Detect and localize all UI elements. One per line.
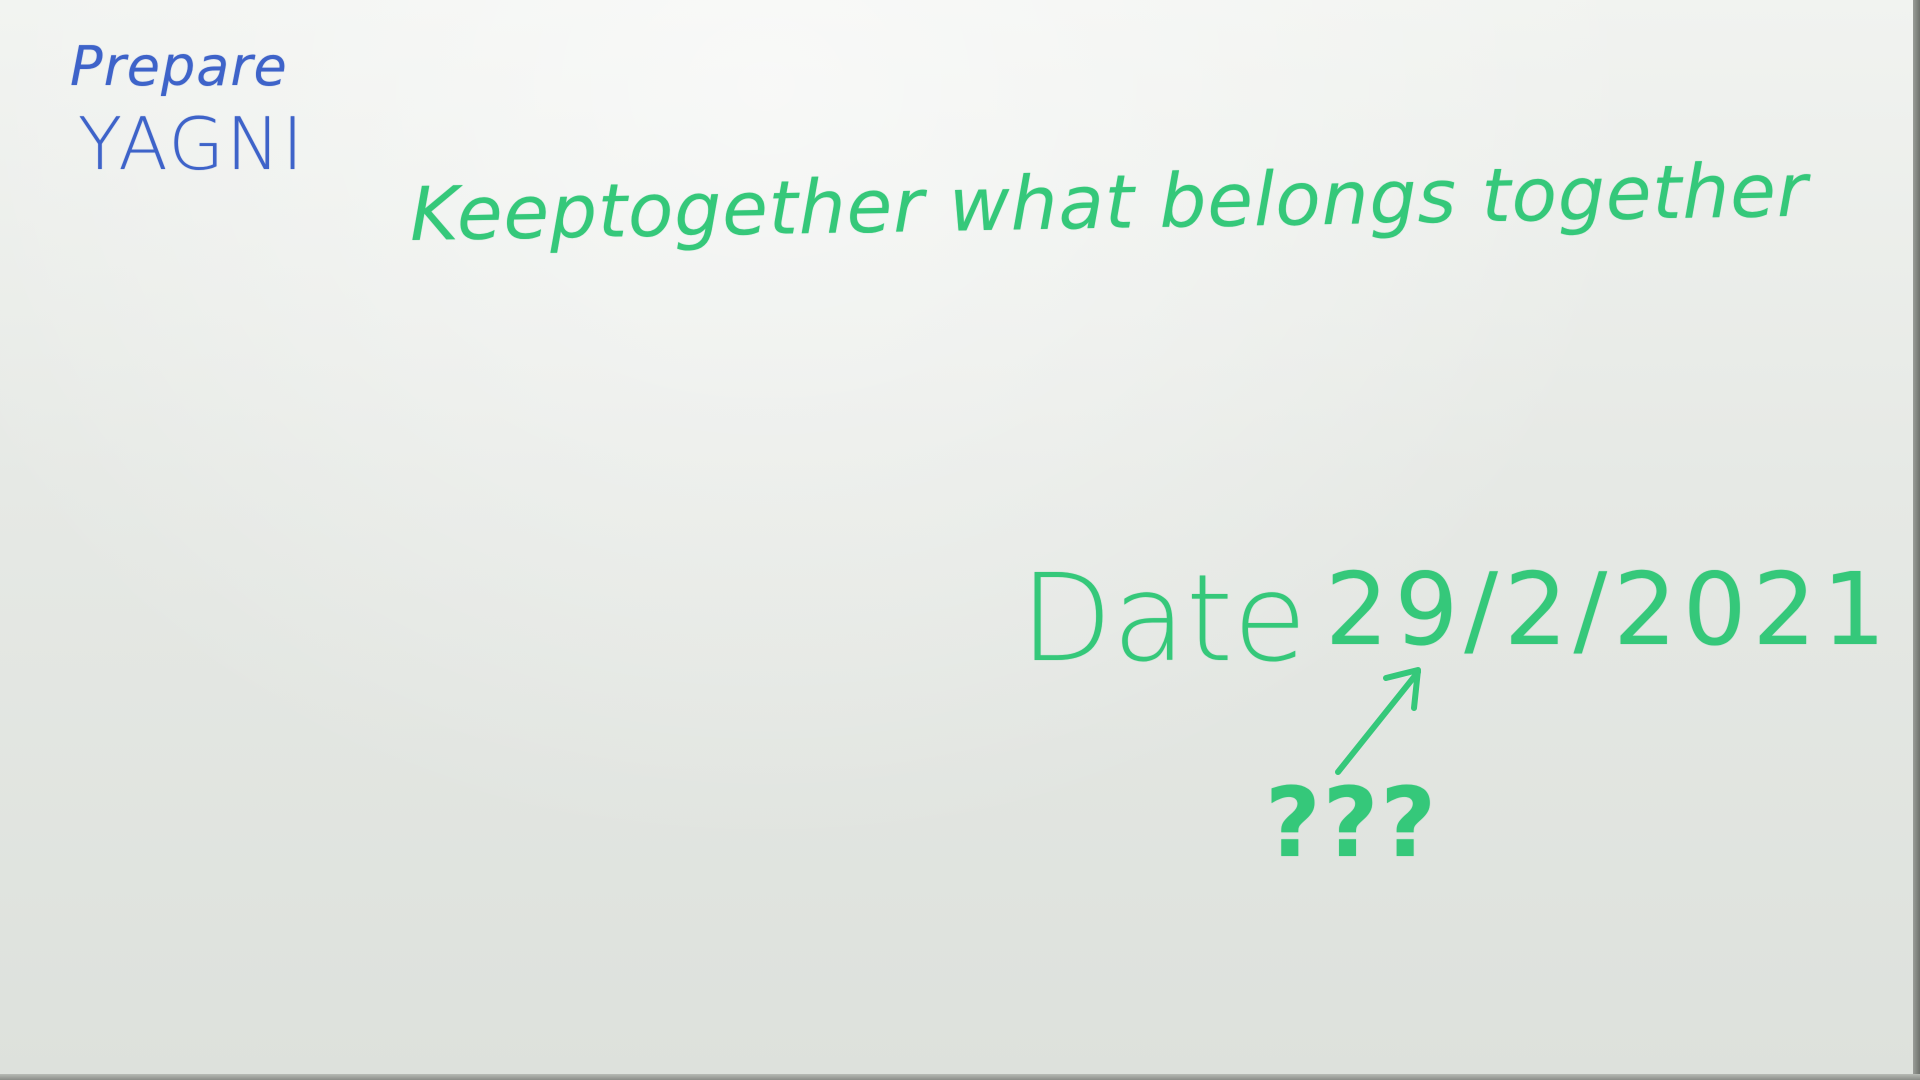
note-yagni: YAGNI bbox=[78, 102, 306, 186]
whiteboard: Prepare YAGNI Keeptogether what belongs … bbox=[0, 0, 1915, 1076]
date-label: Date bbox=[1020, 550, 1307, 689]
board-frame-right bbox=[1913, 0, 1920, 1080]
headline-text: Keeptogether what belongs together bbox=[409, 147, 1809, 258]
note-prepare: Prepare bbox=[70, 35, 288, 98]
date-value: 29/2/2021 bbox=[1325, 551, 1892, 668]
question-marks: ??? bbox=[1265, 767, 1439, 879]
arrow-up-right-icon bbox=[1335, 667, 1421, 775]
board-frame-bottom bbox=[0, 1074, 1920, 1080]
